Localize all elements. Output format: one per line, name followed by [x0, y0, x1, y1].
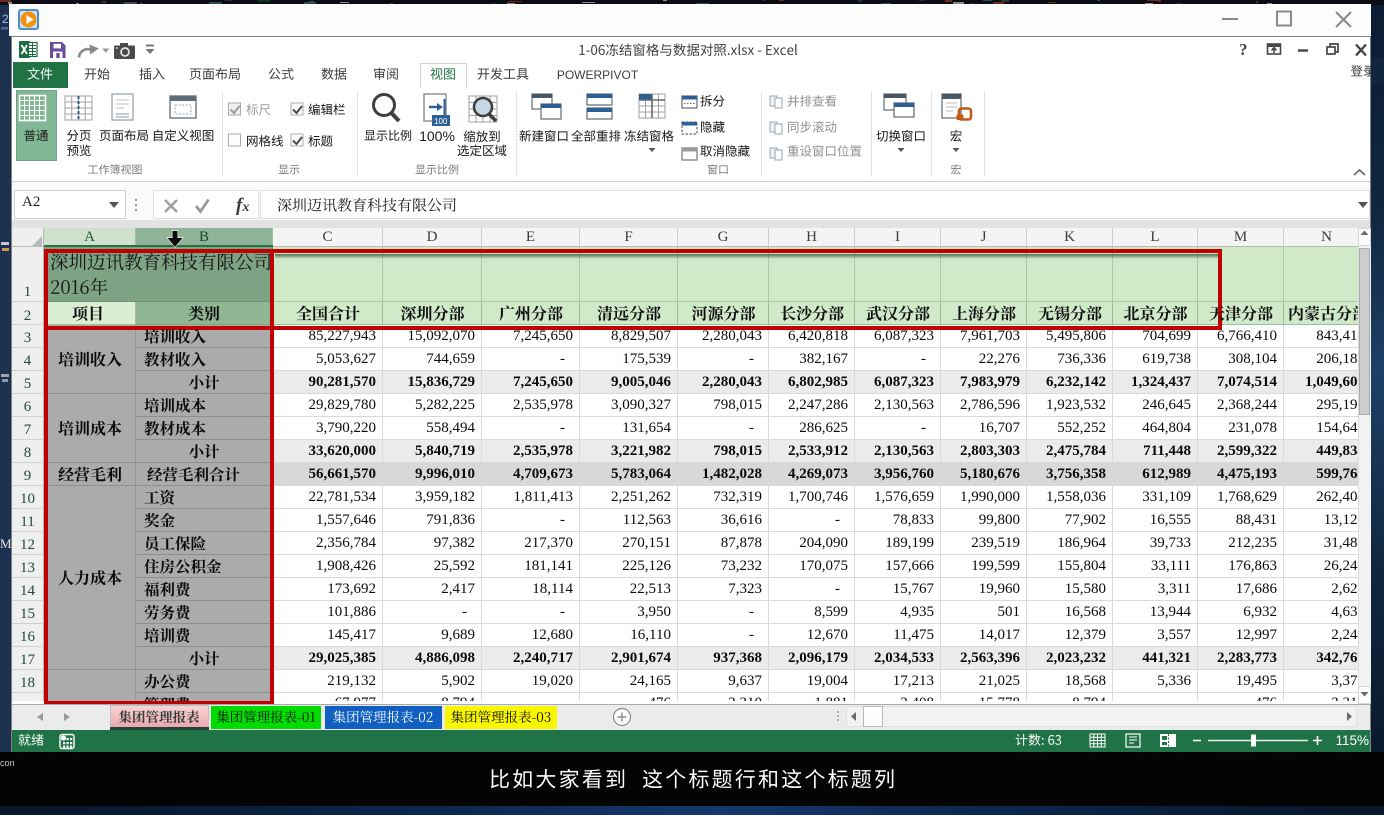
svg-text:2: 2: [2, 12, 9, 26]
svg-text:?: ?: [1239, 40, 1248, 59]
svg-text:100: 100: [434, 117, 448, 126]
svg-text:M: M: [0, 536, 12, 551]
svg-text:con: con: [0, 758, 15, 768]
